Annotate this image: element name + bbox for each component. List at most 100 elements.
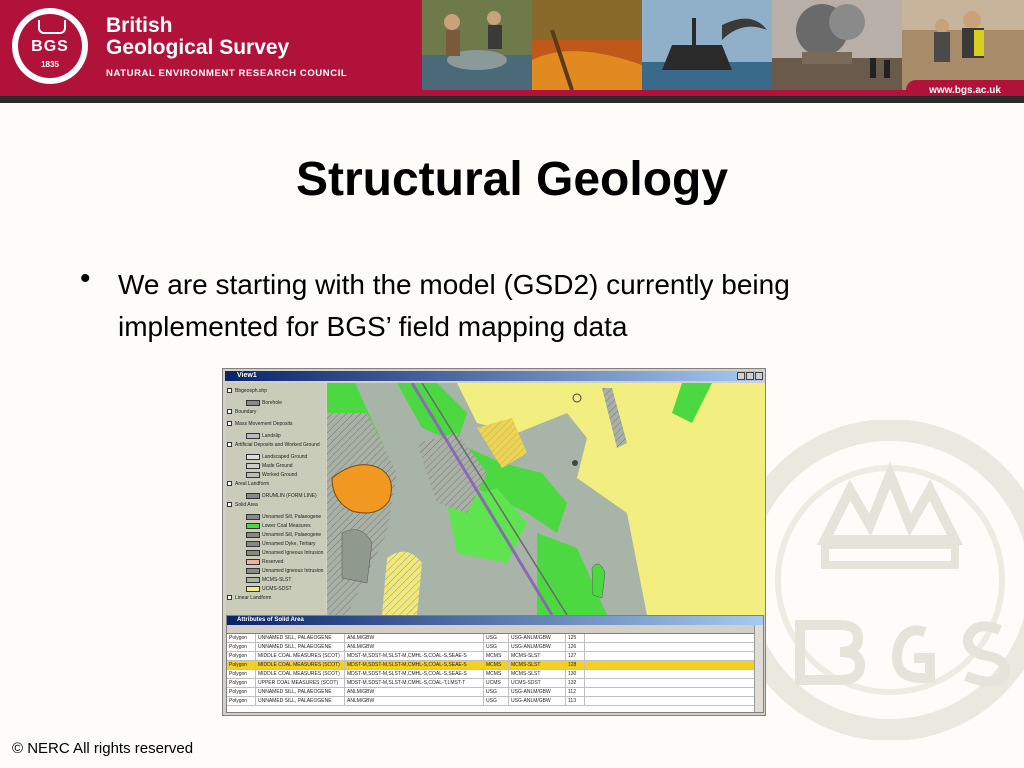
legend-swatch <box>246 454 260 460</box>
org-name-line2: Geological Survey <box>106 36 290 59</box>
table-cell-desc: USG-ANLM/GBW <box>509 634 566 642</box>
legend-item[interactable]: Solid Area <box>226 501 326 510</box>
legend-swatch <box>246 550 260 556</box>
legend-item[interactable]: Borehole <box>226 399 326 408</box>
table-row[interactable]: Polygon UNNAMED SILL, PALAEOGENE ANLM/GBW U… <box>227 697 763 706</box>
table-row[interactable]: Polygon MIDDLE COAL MEASURES (SCOT) MDST-M… <box>227 670 763 679</box>
legend-swatch <box>246 568 260 574</box>
table-cell-rocks: ANLM/GBW <box>345 634 484 642</box>
legend-item[interactable]: Landslip <box>226 432 326 441</box>
legend-item[interactable]: MCMS-SLST <box>226 576 326 585</box>
table-cell-code: USG <box>484 697 509 705</box>
map-borehole-symbol <box>572 460 578 466</box>
table-row[interactable]: Polygon UNNAMED SILL, PALAEOGENE ANLM/GBW U… <box>227 688 763 697</box>
legend-swatch <box>246 532 260 538</box>
legend-item[interactable]: Made Ground <box>226 462 326 471</box>
legend-swatch <box>246 493 260 499</box>
table-cell-rocks: MDST-M,SDST-M,SLST-M,CMHL-S,COAL-T,LMST-… <box>345 679 484 687</box>
minimize-button[interactable] <box>737 372 745 380</box>
table-cell-shape: Polygon <box>227 634 256 642</box>
table-cell-lexicon: MIDDLE COAL MEASURES (SCOT) <box>256 661 345 669</box>
table-row[interactable]: Polygon MIDDLE COAL MEASURES (SCOT) MDST-M… <box>227 652 763 661</box>
table-cell-id: 127 <box>566 652 585 660</box>
table-cell-shape: Polygon <box>227 661 256 669</box>
layer-visibility-checkbox[interactable] <box>227 409 232 414</box>
maximize-button[interactable] <box>746 372 754 380</box>
table-cell-code: USG <box>484 643 509 651</box>
legend-item[interactable]: Mass Movement Deposits <box>226 420 326 429</box>
legend-item-label: Areal Landform <box>235 481 270 487</box>
table-cell-code: USG <box>484 634 509 642</box>
legend-item[interactable]: DRUMLIN (FORM LINE) <box>226 492 326 501</box>
legend-item[interactable]: Boundary <box>226 408 326 417</box>
table-cell-lexicon: UNNAMED SILL, PALAEOGENE <box>256 688 345 696</box>
legend-item[interactable]: Lower Coal Measures <box>226 522 326 531</box>
table-cell-id: 113 <box>566 697 585 705</box>
legend-item-label: Bbgeosph.shp <box>235 388 267 394</box>
table-cell-id: 126 <box>566 643 585 651</box>
table-cell-code: USG <box>484 688 509 696</box>
map-grey-lens <box>341 529 373 584</box>
logo-year: 1835 <box>41 60 59 69</box>
legend-item[interactable]: Worked Ground <box>226 471 326 480</box>
table-cell-code: MCMS <box>484 652 509 660</box>
legend-item-label: Solid Area <box>235 502 258 508</box>
attributes-scrollbar[interactable] <box>754 625 763 712</box>
legend-item-label: Unnamed Sill, Palaeogene <box>262 532 322 538</box>
layer-visibility-checkbox[interactable] <box>227 481 232 486</box>
legend-item-label: Borehole <box>262 400 283 406</box>
bullet-text: We are starting with the model (GSD2) cu… <box>118 269 790 342</box>
layer-visibility-checkbox[interactable] <box>227 442 232 447</box>
legend-item[interactable]: UCMS-SDST <box>226 585 326 594</box>
legend-item[interactable]: Artificial Deposits and Worked Ground <box>226 441 326 450</box>
table-cell-desc: UCMS-SDST <box>509 679 566 687</box>
layer-visibility-checkbox[interactable] <box>227 502 232 507</box>
legend-item[interactable]: Landscaped Ground <box>226 453 326 462</box>
layer-visibility-checkbox[interactable] <box>227 388 232 393</box>
table-cell-code: UCMS <box>484 679 509 687</box>
legend-item[interactable]: Unnamed Igneous Intrusion <box>226 549 326 558</box>
table-cell-code: MCMS <box>484 670 509 678</box>
map-hatched-yellow-unit <box>382 551 422 615</box>
legend-item[interactable]: Unnamed Dyke, Tertiary <box>226 540 326 549</box>
legend-item-label: Boundary <box>235 409 257 415</box>
legend-item[interactable]: Unnamed Igneous Intrusion <box>226 567 326 576</box>
layer-visibility-checkbox[interactable] <box>227 595 232 600</box>
table-cell-desc: MCMS-SLST <box>509 652 566 660</box>
legend-item[interactable]: Unnamed Sill, Palaeogene <box>226 513 326 522</box>
legend-swatch <box>246 577 260 583</box>
table-cell-desc: USG-ANLM/GBW <box>509 643 566 651</box>
crown-icon <box>38 20 66 34</box>
table-cell-desc: USG-ANLM/GBW <box>509 688 566 696</box>
table-cell-id: 130 <box>566 670 585 678</box>
legend-item[interactable]: Linear Landform <box>226 594 326 603</box>
legend-item-label: Landscaped Ground <box>262 454 308 460</box>
legend-item[interactable]: Areal Landform <box>226 480 326 489</box>
table-cell-id: 112 <box>566 688 585 696</box>
geology-map[interactable] <box>327 383 765 615</box>
legend-item[interactable]: Reserved <box>226 558 326 567</box>
table-row[interactable]: Polygon UNNAMED SILL, PALAEOGENE ANLM/GBW U… <box>227 643 763 652</box>
close-button[interactable] <box>755 372 763 380</box>
table-cell-id: 125 <box>566 634 585 642</box>
legend-item-label: Worked Ground <box>262 472 298 478</box>
table-cell-rocks: ANLM/GBW <box>345 688 484 696</box>
legend-item[interactable]: Unnamed Sill, Palaeogene <box>226 531 326 540</box>
legend-item-label: Linear Landform <box>235 595 272 601</box>
legend-item-label: Unnamed Igneous Intrusion <box>262 568 324 574</box>
legend-item[interactable]: Bbgeosph.shp <box>226 387 326 396</box>
legend-item-label: Unnamed Igneous Intrusion <box>262 550 324 556</box>
table-row[interactable]: Polygon MIDDLE COAL MEASURES (SCOT) MDST-M… <box>227 661 763 670</box>
legend-swatch <box>246 472 260 478</box>
table-cell-code: MCMS <box>484 661 509 669</box>
legend-item-label: Landslip <box>262 433 281 439</box>
table-cell-rocks: MDST-M,SDST-M,SLST-M,CMHL-S,COAL-S,SEAE-… <box>345 670 484 678</box>
table-cell-lexicon: UNNAMED SILL, PALAEOGENE <box>256 697 345 705</box>
legend-swatch <box>246 514 260 520</box>
layer-visibility-checkbox[interactable] <box>227 421 232 426</box>
table-row[interactable]: Polygon UPPER COAL MEASURES (SCOT) MDST-M,… <box>227 679 763 688</box>
table-row[interactable]: Polygon UNNAMED SILL, PALAEOGENE ANLM/GBW U… <box>227 634 763 643</box>
legend-item-label: UCMS-SDST <box>262 586 292 592</box>
logo-text: BGS <box>31 38 69 55</box>
table-cell-desc: USG-ANLM/GBW <box>509 697 566 705</box>
